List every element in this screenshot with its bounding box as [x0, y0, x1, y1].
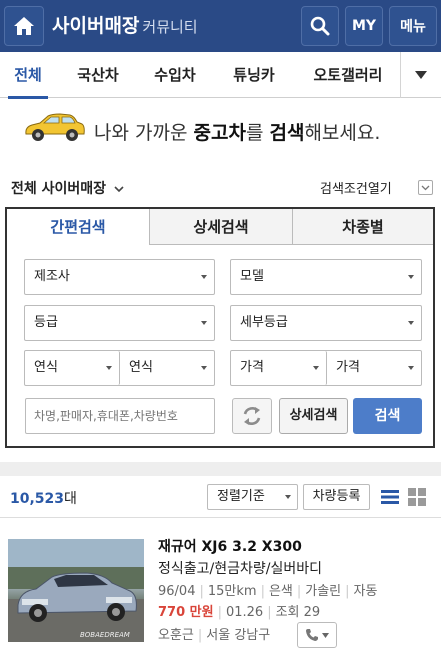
my-button[interactable]: MY — [345, 6, 383, 46]
search-panel: 간편검색 상세검색 차종별 제조사 모델 등급 세부등급 연식 연식 가격 가격… — [5, 207, 435, 448]
maker-value: 제조사 — [34, 269, 70, 284]
car-list-item[interactable]: BOBAEDREAM 재규어 XJ6 3.2 X300 정식출고/현금차량/실버… — [0, 520, 441, 661]
result-count-unit: 대 — [64, 491, 77, 507]
price-to-value: 가격 — [336, 360, 360, 375]
page-title: 사이버매장 커뮤니티 — [52, 11, 198, 38]
car-fuel: 가솔린 — [305, 584, 342, 599]
grid-view-icon — [408, 488, 426, 506]
car-mileage: 15만km — [207, 584, 257, 599]
price-from-value: 가격 — [240, 360, 264, 375]
open-conditions-link[interactable]: 검색조건열기 — [320, 178, 392, 197]
tab-tuning[interactable]: 튜닝카 — [222, 52, 286, 98]
tab-import[interactable]: 수입차 — [143, 52, 207, 98]
grade-select[interactable]: 등급 — [24, 305, 215, 341]
sort-label: 정렬기준 — [217, 489, 265, 504]
promo-text-2: 를 — [245, 122, 270, 144]
list-header: 10,523대 정렬기준 차량등록 — [0, 476, 441, 518]
call-button[interactable] — [297, 622, 337, 648]
year-to-select[interactable]: 연식 — [120, 351, 214, 385]
keyword-input[interactable] — [25, 398, 215, 434]
tab-detail-search[interactable]: 상세검색 — [149, 209, 292, 245]
result-count: 10,523대 — [10, 488, 77, 508]
car-icon — [25, 113, 85, 141]
refresh-icon — [243, 407, 261, 425]
open-conditions-toggle[interactable] — [418, 180, 433, 195]
car-subtitle: 정식출고/현금차량/실버바디 — [158, 561, 322, 577]
price-from-select[interactable]: 가격 — [231, 351, 327, 385]
promo-text-1: 나와 가까운 — [94, 122, 194, 144]
sub-grade-value: 세부등급 — [240, 315, 288, 330]
result-count-number: 10,523 — [10, 491, 65, 507]
home-icon — [14, 17, 34, 35]
promo-bold-2: 검색 — [269, 122, 305, 144]
tab-all[interactable]: 전체 — [4, 52, 52, 99]
tab-simple-search[interactable]: 간편검색 — [7, 209, 149, 245]
car-price-row: 770 만원 | 01.26 | 조회 29 — [158, 605, 321, 620]
search-button[interactable] — [301, 6, 339, 46]
car-year: 96/04 — [158, 584, 196, 599]
car-thumbnail[interactable]: BOBAEDREAM — [8, 539, 144, 642]
car-color: 은색 — [268, 584, 293, 599]
model-value: 모델 — [240, 269, 264, 284]
list-view-icon — [381, 490, 399, 504]
seller-row: 오훈근 | 서울 강남구 — [158, 628, 271, 643]
promo-text: 나와 가까운 중고차를 검색해보세요. — [94, 118, 380, 145]
home-button[interactable] — [4, 6, 44, 46]
car-transmission: 자동 — [353, 584, 378, 599]
year-from-value: 연식 — [34, 360, 58, 375]
year-to-value: 연식 — [129, 360, 153, 375]
title-text: 사이버매장 — [52, 15, 140, 37]
tab-domestic[interactable]: 국산차 — [66, 52, 130, 98]
detail-search-button[interactable]: 상세검색 — [279, 398, 348, 434]
year-range-group: 연식 연식 — [24, 350, 215, 386]
seller-location: 서울 강남구 — [206, 628, 271, 643]
list-view-button[interactable] — [377, 484, 403, 510]
community-link[interactable]: 커뮤니티 — [142, 18, 197, 36]
section-divider — [0, 462, 441, 476]
grid-view-button[interactable] — [404, 484, 430, 510]
sub-grade-select[interactable]: 세부등급 — [230, 305, 422, 341]
chevron-down-icon — [114, 186, 124, 193]
car-views: 조회 29 — [275, 605, 321, 620]
promo-text-3: 해보세요. — [304, 122, 381, 144]
model-select[interactable]: 모델 — [230, 259, 422, 295]
year-from-select[interactable]: 연식 — [25, 351, 120, 385]
menu-button[interactable]: 메뉴 — [389, 6, 437, 46]
triangle-down-icon — [415, 71, 427, 79]
car-specs: 96/04 | 15만km | 은색 | 가솔린 | 자동 — [158, 584, 378, 599]
maker-select[interactable]: 제조사 — [24, 259, 215, 295]
car-date: 01.26 — [225, 605, 264, 620]
phone-icon — [306, 629, 318, 641]
seller-name: 오훈근 — [158, 628, 194, 643]
car-title[interactable]: 재규어 XJ6 3.2 X300 — [158, 536, 302, 556]
car-photo: BOBAEDREAM — [8, 539, 144, 642]
market-selector-row: 전체 사이버매장 검색조건열기 — [0, 176, 441, 200]
tab-autogallery[interactable]: 오토갤러리 — [302, 52, 394, 98]
price-to-select[interactable]: 가격 — [327, 351, 421, 385]
search-submit-button[interactable]: 검색 — [353, 398, 422, 434]
chevron-down-icon — [322, 632, 329, 638]
promo-banner: 나와 가까운 중고차를 검색해보세요. — [0, 98, 441, 166]
price-range-group: 가격 가격 — [230, 350, 422, 386]
market-label: 전체 사이버매장 — [11, 181, 107, 197]
search-icon — [310, 16, 330, 36]
tab-by-type[interactable]: 차종별 — [292, 209, 433, 245]
tab-more-button[interactable] — [400, 52, 441, 98]
register-car-button[interactable]: 차량등록 — [303, 484, 370, 510]
category-tabs: 전체 국산차 수입차 튜닝카 오토갤러리 — [0, 52, 441, 99]
grade-value: 등급 — [34, 315, 58, 330]
reset-button[interactable] — [232, 398, 272, 434]
watermark: BOBAEDREAM — [80, 631, 130, 639]
sort-select[interactable]: 정렬기준 — [207, 484, 298, 510]
car-price: 770 만원 — [158, 605, 214, 620]
promo-bold-1: 중고차 — [193, 122, 246, 144]
app-header: 사이버매장 커뮤니티 MY 메뉴 — [0, 0, 441, 52]
market-dropdown[interactable]: 전체 사이버매장 — [11, 178, 124, 198]
chevron-down-icon — [421, 185, 430, 190]
